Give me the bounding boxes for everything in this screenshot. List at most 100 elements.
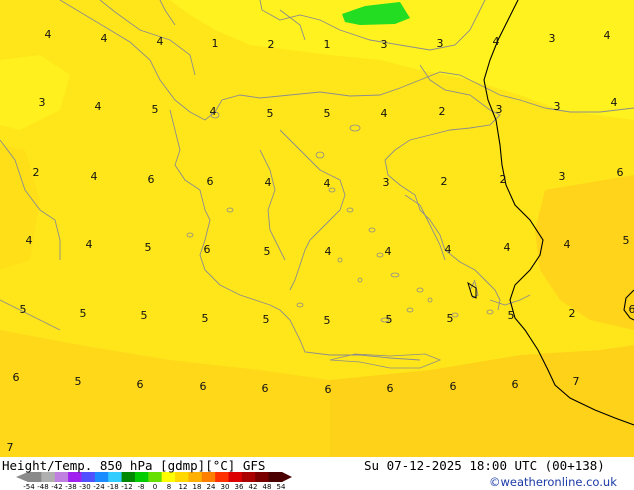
colorbar-swatch <box>121 472 136 482</box>
temperature-label: 4 <box>611 96 618 109</box>
colorbar-tick-label: -48 <box>37 483 48 490</box>
temperature-label: 7 <box>573 375 580 388</box>
temperature-label: 6 <box>13 371 20 384</box>
temperature-label: 2 <box>441 175 448 188</box>
temperature-label: 5 <box>141 309 148 322</box>
temperature-label: 5 <box>80 307 87 320</box>
colorbar-tick-label: 24 <box>207 483 216 490</box>
temperature-label: 2 <box>439 105 446 118</box>
colorbar-tick-label: 42 <box>249 483 258 490</box>
copyright-link[interactable]: ©weatheronline.co.uk <box>489 475 617 489</box>
colorbar-tick-label: 48 <box>263 483 272 490</box>
colorbar-swatch <box>215 472 230 482</box>
temperature-label: 4 <box>445 243 452 256</box>
temperature-label: 2 <box>569 307 576 320</box>
temperature-label: 3 <box>496 103 503 116</box>
colorbar-swatch <box>94 472 109 482</box>
colorbar-tick-label: 36 <box>235 483 244 490</box>
temperature-label: 6 <box>137 378 144 391</box>
colorbar-tick-label: -24 <box>93 483 105 490</box>
temperature-label: 5 <box>145 241 152 254</box>
temperature-label: 6 <box>617 166 624 179</box>
map-title: Height/Temp. 850 hPa [gdmp][°C] GFS <box>2 458 266 473</box>
temperature-label: 5 <box>623 234 630 247</box>
colorbar-tick-label: 54 <box>277 483 286 490</box>
colorbar-swatch <box>188 472 203 482</box>
temperature-label: 6 <box>204 243 211 256</box>
temperature-label: 2 <box>33 166 40 179</box>
temperature-label: 6 <box>629 303 634 316</box>
temperature-label: 3 <box>383 176 390 189</box>
temperature-label: 2 <box>500 173 507 186</box>
colorbar-tick-label: -42 <box>51 483 62 490</box>
colorbar-swatch <box>148 472 163 482</box>
temperature-label: 6 <box>262 382 269 395</box>
temperature-label: 6 <box>512 378 519 391</box>
colorbar-swatch <box>81 472 96 482</box>
colorbar-tick-label: -30 <box>79 483 90 490</box>
temperature-label: 6 <box>387 382 394 395</box>
temperature-label: 3 <box>559 170 566 183</box>
temperature-label: 4 <box>604 29 611 42</box>
temperature-label: 5 <box>267 107 274 120</box>
colorbar <box>16 472 292 482</box>
temperature-map: 4 4 4 1 2 1 3 3 4 3 43 4 5 4 5 5 4 2 3 3 42 4 6 6 4 4 3 2 2 3 64 4 5 6 5 4 4… <box>0 0 634 490</box>
colorbar-swatch <box>161 472 176 482</box>
temperature-label: 5 <box>386 313 393 326</box>
temperature-label: 3 <box>549 32 556 45</box>
temperature-label: 5 <box>20 303 27 316</box>
colorbar-tick-label: 0 <box>153 483 157 490</box>
temperature-label: 4 <box>101 32 108 45</box>
temperature-label: 5 <box>263 313 270 326</box>
colorbar-tick-label: -18 <box>107 483 118 490</box>
temperature-label: 5 <box>202 312 209 325</box>
colorbar-swatch <box>268 472 283 482</box>
temperature-label: 1 <box>212 37 219 50</box>
colorbar-tick-label: 18 <box>193 483 202 490</box>
temperature-label: 4 <box>385 245 392 258</box>
temperature-label: 3 <box>554 100 561 113</box>
colorbar-swatch <box>241 472 256 482</box>
temperature-label: 4 <box>324 177 331 190</box>
temperature-label: 6 <box>148 173 155 186</box>
colorbar-tick-label: -54 <box>23 483 35 490</box>
colorbar-tick-label: 8 <box>167 483 171 490</box>
colorbar-tick-label: -8 <box>138 483 145 490</box>
colorbar-tick-label: -12 <box>121 483 132 490</box>
temperature-label: 4 <box>157 35 164 48</box>
colorbar-tick-label: -38 <box>65 483 76 490</box>
temperature-label: 5 <box>324 107 331 120</box>
temperature-label: 4 <box>564 238 571 251</box>
temperature-label: 7 <box>7 441 14 454</box>
colorbar-swatch <box>68 472 82 482</box>
temperature-label: 3 <box>381 38 388 51</box>
temperature-label: 5 <box>152 103 159 116</box>
temperature-label: 6 <box>325 383 332 396</box>
temperature-label: 4 <box>504 241 511 254</box>
temperature-label: 4 <box>210 105 217 118</box>
temperature-label: 5 <box>324 314 331 327</box>
colorbar-swatch <box>134 472 149 482</box>
temperature-label: 4 <box>381 107 388 120</box>
temperature-label: 4 <box>45 28 52 41</box>
colorbar-swatch <box>54 472 69 482</box>
temperature-label: 6 <box>450 380 457 393</box>
temperature-label: 5 <box>75 375 82 388</box>
temperature-label: 4 <box>493 35 500 48</box>
temperature-label: 1 <box>324 38 331 51</box>
colorbar-swatch <box>108 472 123 482</box>
colorbar-swatch <box>228 472 243 482</box>
temperature-label: 3 <box>39 96 46 109</box>
temperature-label: 6 <box>200 380 207 393</box>
temperature-label: 4 <box>91 170 98 183</box>
temperature-label: 5 <box>264 245 271 258</box>
temperature-label: 2 <box>268 38 275 51</box>
map-timestamp: Su 07-12-2025 18:00 UTC (00+138) <box>364 458 605 473</box>
colorbar-tick-label: 12 <box>179 483 188 490</box>
temperature-label: 3 <box>437 37 444 50</box>
temperature-label: 4 <box>325 245 332 258</box>
temperature-label: 5 <box>508 309 515 322</box>
temperature-label: 6 <box>207 175 214 188</box>
colorbar-swatch <box>175 472 189 482</box>
colorbar-swatch <box>28 472 42 482</box>
